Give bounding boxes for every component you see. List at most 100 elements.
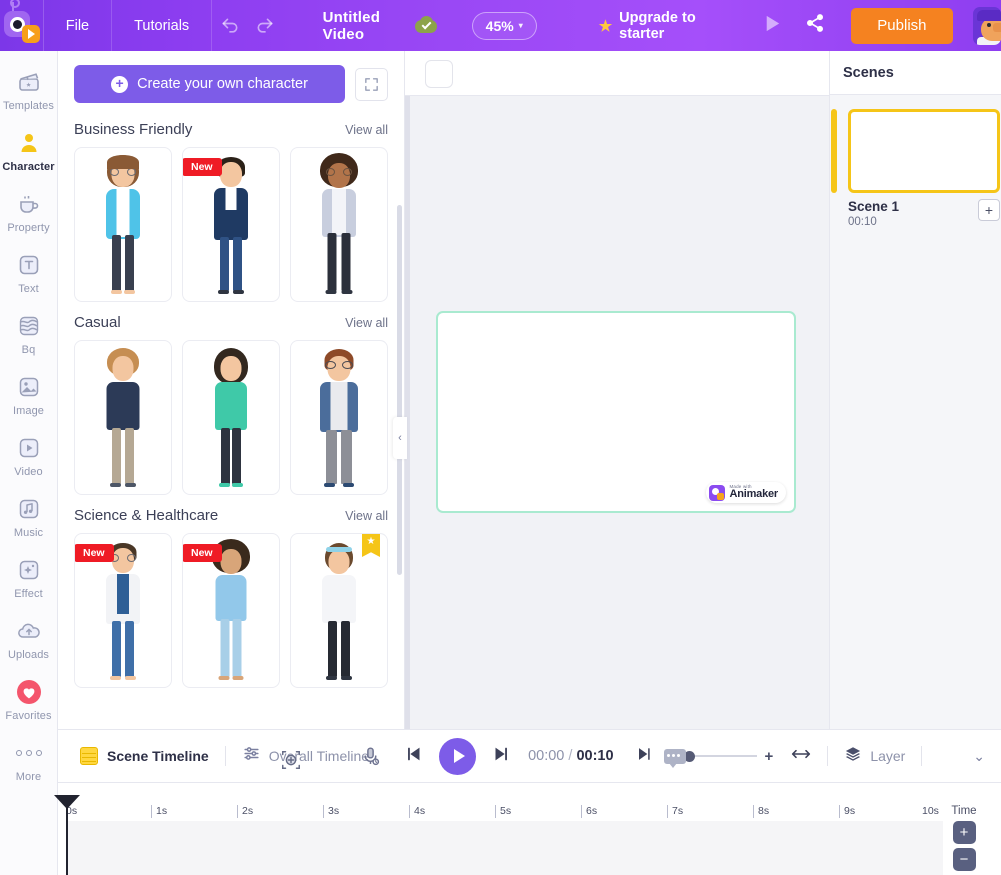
divider: [827, 746, 829, 766]
scene-timeline-icon: [80, 747, 98, 765]
character-card-science-2[interactable]: New: [182, 533, 280, 688]
undo-icon[interactable]: [212, 0, 247, 51]
ruler-tick: 3s: [323, 805, 339, 818]
section-title: Casual: [74, 314, 121, 331]
scene-name: Scene 1: [848, 199, 900, 214]
sidebar-item-templates[interactable]: Templates: [0, 69, 58, 112]
total-time: 00:10: [576, 748, 614, 764]
skip-previous-icon[interactable]: [403, 743, 425, 770]
play-button[interactable]: [439, 737, 477, 775]
property-icon: [16, 191, 42, 217]
sidebar-label-music: Music: [13, 527, 44, 539]
plus-icon: +: [111, 75, 129, 93]
card-row-casual: [74, 340, 388, 495]
sidebar-item-video[interactable]: Video: [0, 435, 58, 478]
badge-new: New: [75, 544, 114, 562]
sidebar-item-bq[interactable]: Bq: [0, 313, 58, 356]
character-card-casual-2[interactable]: [182, 340, 280, 495]
scene-thumbnail[interactable]: [848, 109, 1000, 193]
share-icon[interactable]: [805, 13, 825, 38]
animaker-watermark-logo-icon: [709, 484, 726, 501]
timeline-expand-chevron-icon[interactable]: ⌄: [973, 748, 985, 765]
music-icon: [16, 496, 42, 522]
time-zoom-controls: Time + −: [935, 805, 993, 871]
top-bar: File Tutorials Untitled Video 45% ▾ ★ Up…: [0, 0, 1001, 51]
menu-file[interactable]: File: [44, 0, 113, 51]
ruler-tick: 4s: [409, 805, 425, 818]
timeline-playhead[interactable]: [54, 795, 80, 875]
character-library-panel: + Create your own character Business Fri…: [58, 51, 405, 729]
sidebar-item-image[interactable]: Image: [0, 374, 58, 417]
create-own-character-label: Create your own character: [137, 76, 308, 92]
badge-new: New: [183, 544, 222, 562]
create-own-character-button[interactable]: + Create your own character: [74, 65, 345, 103]
character-card-business-3[interactable]: [290, 147, 388, 302]
redo-icon[interactable]: [247, 0, 282, 51]
overall-timeline-icon: [242, 744, 261, 768]
expand-fullscreen-icon[interactable]: [355, 67, 388, 101]
upgrade-button[interactable]: ★ Upgrade to starter: [599, 10, 709, 42]
sidebar-item-more[interactable]: More: [0, 740, 58, 783]
view-all-casual[interactable]: View all: [345, 316, 388, 330]
effect-icon: [16, 557, 42, 583]
library-scroll-area[interactable]: Business Friendly View all New Casual Vi…: [58, 109, 404, 729]
animaker-logo[interactable]: [0, 0, 44, 51]
library-scrollbar[interactable]: [397, 205, 402, 575]
add-scene-button[interactable]: +: [978, 199, 1000, 221]
character-card-business-1[interactable]: [74, 147, 172, 302]
sidebar-item-uploads[interactable]: Uploads: [0, 618, 58, 661]
cursor-crosshair-icon: [280, 749, 302, 776]
sidebar-item-character[interactable]: Character: [0, 130, 58, 173]
character-icon: [16, 130, 42, 156]
view-all-science-healthcare[interactable]: View all: [345, 509, 388, 523]
preview-play-icon[interactable]: [760, 12, 783, 40]
menu-tutorials[interactable]: Tutorials: [112, 0, 213, 51]
sidebar-item-property[interactable]: Property: [0, 191, 58, 234]
character-card-science-1[interactable]: New: [74, 533, 172, 688]
sidebar-label-image: Image: [12, 405, 45, 417]
sidebar-label-templates: Templates: [2, 100, 55, 112]
time-zoom-out-button[interactable]: −: [952, 848, 976, 871]
text-icon: [16, 252, 42, 278]
scene-timeline-tab[interactable]: Scene Timeline: [80, 747, 209, 765]
zoom-level-selector[interactable]: 45% ▾: [471, 11, 537, 40]
stage-left-edge: [405, 96, 410, 729]
uploads-icon: [16, 618, 42, 644]
character-card-business-2[interactable]: New: [182, 147, 280, 302]
collapse-panel-button[interactable]: ‹: [393, 417, 407, 459]
timeline-ruler[interactable]: 0s 1s 2s 3s 4s 5s 6s 7s 8s 9s 10s: [66, 805, 943, 821]
divider: [224, 746, 226, 766]
user-avatar[interactable]: [972, 6, 1001, 45]
character-card-science-3[interactable]: ★: [290, 533, 388, 688]
ruler-tick: 1s: [151, 805, 167, 818]
sidebar-item-favorites[interactable]: Favorites: [0, 679, 58, 722]
next-frame-icon[interactable]: [634, 744, 654, 769]
animaker-editor: File Tutorials Untitled Video 45% ▾ ★ Up…: [0, 0, 1001, 875]
zoom-slider-track[interactable]: [694, 755, 757, 757]
time-zoom-in-button[interactable]: +: [952, 821, 976, 844]
skip-next-icon[interactable]: [490, 743, 512, 770]
sidebar-label-video: Video: [14, 466, 43, 478]
character-card-casual-1[interactable]: [74, 340, 172, 495]
character-card-casual-3[interactable]: [290, 340, 388, 495]
mic-icon[interactable]: [360, 746, 381, 772]
project-title[interactable]: Untitled Video: [283, 9, 415, 43]
zoom-increase-button[interactable]: +: [765, 748, 774, 765]
scenes-panel: Scenes Scene 1 00:10 +: [829, 51, 1001, 729]
video-canvas[interactable]: Made with Animaker: [436, 311, 796, 513]
sidebar-label-favorites: Favorites: [5, 710, 52, 722]
stage-placeholder-box[interactable]: [425, 60, 453, 88]
zoom-slider[interactable]: +: [663, 748, 774, 768]
timeline-track-background[interactable]: [66, 821, 943, 875]
sidebar-item-text[interactable]: Text: [0, 252, 58, 295]
layer-button[interactable]: Layer: [844, 745, 905, 768]
overall-timeline-tab[interactable]: Overall Timeline: [242, 744, 380, 769]
star-icon: ★: [598, 17, 613, 35]
sidebar-item-effect[interactable]: Effect: [0, 557, 58, 600]
sidebar-label-text: Text: [18, 283, 39, 295]
card-row-business-friendly: New: [74, 147, 388, 302]
publish-button[interactable]: Publish: [851, 7, 953, 44]
fit-width-icon[interactable]: [791, 746, 811, 766]
view-all-business-friendly[interactable]: View all: [345, 123, 388, 137]
sidebar-item-music[interactable]: Music: [0, 496, 58, 539]
